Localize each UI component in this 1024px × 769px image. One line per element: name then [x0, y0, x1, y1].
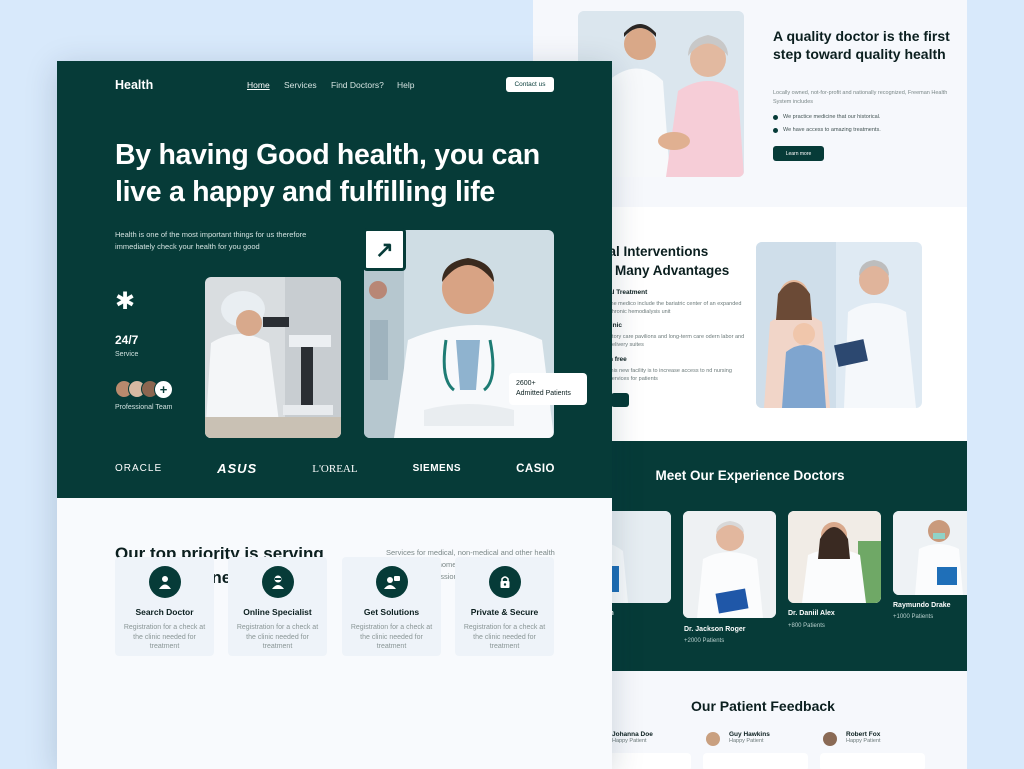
doctor-card-image[interactable] [683, 511, 776, 618]
brand-logos: ORACLE ASUS L'OREAL SIEMENS CASIO [115, 461, 555, 476]
feedback-name: Robert Fox [846, 731, 881, 738]
feedback-author: Guy Hawkins Happy Patient [729, 731, 770, 744]
feedback-role: Happy Patient [846, 738, 881, 744]
patients-count: 2600+ [516, 380, 536, 387]
card-description: Registration for a check at the clinic n… [350, 624, 433, 650]
patients-label: Admitted Patients [516, 390, 571, 397]
feedback-author: Johanna Doe Happy Patient [612, 731, 653, 744]
doctor-name: Dr. Jackson Roger [684, 626, 746, 633]
interventions-title-line: cal Interventions [601, 244, 709, 259]
intervention-text: the medico include the bariatric center … [609, 301, 742, 315]
card-description: Registration for a check at the clinic n… [463, 624, 546, 650]
doctor-name: Dr. Daniil Alex [788, 610, 835, 617]
intervention-item: al Treatment the medico include the bari… [609, 289, 749, 316]
service-card[interactable]: Private & Secure Registration for a chec… [455, 557, 554, 656]
quality-title: A quality doctor is the first step towar… [773, 28, 950, 62]
learn-more-button[interactable]: Learn more [773, 146, 824, 161]
interventions-title: cal Interventions Many Advantages [601, 242, 729, 280]
arrow-up-right-icon[interactable]: ↗ [363, 228, 406, 271]
brand-logo-oracle: ORACLE [115, 463, 163, 474]
team-label: Professional Team [115, 404, 173, 411]
card-title: Private & Secure [470, 607, 539, 617]
quality-description: Locally owned, not-for-profit and nation… [773, 90, 948, 105]
bullet-item: We practice medicine that our historical… [773, 114, 880, 120]
avatar [823, 732, 837, 746]
avatar [706, 732, 720, 746]
service-stat-label: Service [115, 351, 139, 358]
feedback-name: Guy Hawkins [729, 731, 770, 738]
plus-icon[interactable]: + [154, 380, 173, 399]
doctor-icon [148, 566, 181, 598]
card-description: Registration for a check at the clinic n… [236, 624, 319, 650]
feedback-card [703, 753, 808, 769]
doctor-name: Raymundo Drake [893, 602, 951, 609]
feedback-role: Happy Patient [612, 738, 647, 744]
patients-badge: 2600+ Admitted Patients [509, 373, 587, 405]
intervention-heading: al Treatment [609, 289, 648, 296]
feedback-author: Robert Fox Happy Patient [846, 731, 881, 744]
card-title: Online Specialist [243, 607, 312, 617]
solutions-icon [375, 566, 408, 598]
feedback-card [609, 753, 691, 769]
interventions-title-line: Many Advantages [615, 263, 730, 278]
hero-section: Health Home Services Find Doctors? Help … [57, 61, 612, 498]
hero-title: By having Good health, you can live a ha… [115, 139, 540, 208]
intervention-heading: n free [609, 356, 627, 363]
doctor-card-image[interactable] [788, 511, 881, 603]
intervention-item: linic atory care pavilions and long-term… [609, 322, 749, 349]
brand-logo-asus: ASUS [217, 461, 258, 476]
lab-scientist-photo [205, 277, 341, 438]
intervention-text: this new facility is to increase access … [609, 368, 732, 382]
check-icon [773, 114, 778, 120]
doctor-patients: +800 Patients [788, 623, 825, 629]
intervention-text: atory care pavilions and long-term care … [609, 334, 745, 348]
card-description: Registration for a check at the clinic n… [123, 624, 206, 650]
front-page: Health Home Services Find Doctors? Help … [57, 61, 612, 769]
doctor-patients: +1000 Patients [893, 614, 934, 620]
service-card[interactable]: Get Solutions Registration for a check a… [342, 557, 441, 656]
service-card[interactable]: Search Doctor Registration for a check a… [115, 557, 214, 656]
feedback-role: Happy Patient [729, 738, 764, 744]
nav-home[interactable]: Home [247, 80, 270, 90]
brand-logo-loreal: L'OREAL [312, 462, 358, 475]
intervention-heading: linic [609, 322, 623, 329]
card-title: Get Solutions [363, 607, 420, 617]
feedback-card [820, 753, 925, 769]
card-title: Search Doctor [135, 607, 194, 617]
lock-icon [488, 566, 521, 598]
brand-logo-siemens: SIEMENS [412, 463, 462, 474]
bullet-item: We have access to amazing treatments. [773, 127, 881, 133]
contact-button[interactable]: Contact us [506, 77, 554, 92]
check-icon [773, 127, 778, 133]
service-stat-value: 24/7 [115, 333, 139, 347]
nav-help[interactable]: Help [397, 80, 414, 90]
nav-services[interactable]: Services [284, 80, 317, 90]
specialist-icon [261, 566, 294, 598]
doctor-patients: +2000 Patients [684, 638, 725, 644]
feedback-name: Johanna Doe [612, 731, 653, 738]
team-avatars: + [115, 380, 173, 399]
nav-find-doctors[interactable]: Find Doctors? [331, 80, 384, 90]
service-card[interactable]: Online Specialist Registration for a che… [228, 557, 327, 656]
doctor-card-image[interactable] [893, 511, 967, 595]
hero-description: Health is one of the most important thin… [115, 230, 307, 251]
bullet-text: We have access to amazing treatments. [783, 127, 881, 133]
asterisk-icon: ✱ [115, 288, 136, 315]
bullet-text: We practice medicine that our historical… [783, 114, 881, 120]
brand-logo-casio: CASIO [516, 462, 555, 475]
intervention-button[interactable] [611, 393, 629, 407]
logo[interactable]: Health [115, 78, 153, 92]
intervention-item: n free this new facility is to increase … [609, 356, 749, 383]
doctor-family-photo [756, 242, 922, 408]
